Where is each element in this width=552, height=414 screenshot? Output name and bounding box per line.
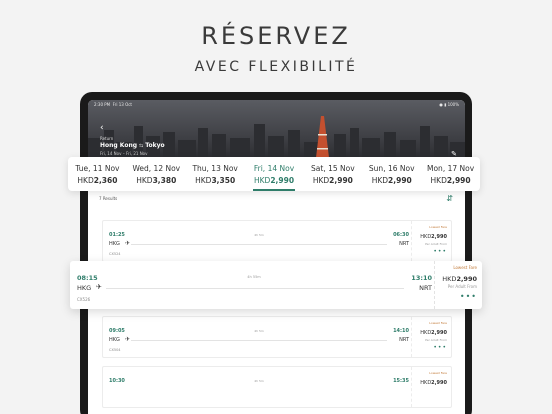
lowest-fare-label: Lowest Fare [429, 371, 447, 375]
round-trip-icon: ⇆ [139, 143, 144, 149]
fare-panel: Lowest Fare HKD2,990 Per Adult From ••• [411, 221, 451, 261]
back-arrow-icon[interactable]: ‹ [100, 123, 104, 133]
fare-price: HKD2,990 [442, 275, 477, 283]
filter-sliders-icon[interactable]: ⇵ [446, 194, 453, 203]
fare-basis: Per Adult From [447, 284, 477, 289]
lowest-fare-label: Lowest Fare [429, 225, 447, 229]
fare-price: HKD2,990 [420, 380, 447, 386]
arrival-time: 15:35 [393, 378, 409, 384]
flight-number: CX524 [109, 252, 121, 256]
fare-panel: Lowest Fare HKD2,990 Per Adult From ••• [411, 317, 451, 357]
origin-city: Hong Kong [100, 142, 138, 149]
date-option[interactable]: Sun, 16 Nov HKD2,990 [362, 157, 421, 191]
flight-times: 09:05 4h 5m 14:10 HKG ✈ NRT CX504 [103, 317, 415, 357]
fare-price: HKD2,990 [420, 234, 447, 240]
flight-number: CX526 [77, 297, 91, 302]
flight-times: 08:15 4h 55m 13:10 HKG ✈ NRT CX526 [70, 261, 438, 309]
trip-dates: Fri, 14 Nov – Fri, 21 Nov [100, 151, 148, 156]
date-option[interactable]: Thu, 13 Nov HKD3,350 [186, 157, 245, 191]
route-line [106, 288, 404, 289]
flight-times: 01:25 4h 5m 06:30 HKG ✈ NRT CX524 [103, 221, 415, 261]
trip-type-label: Return [100, 136, 114, 141]
flight-number: CX504 [109, 348, 121, 352]
lowest-fare-label: Lowest Fare [429, 321, 447, 325]
airplane-icon: ✈ [125, 240, 131, 247]
flight-times: 10:30 4h 5m 15:35 [103, 367, 415, 407]
status-date: Fri 13 Oct [112, 102, 132, 107]
date-option[interactable]: Tue, 11 Nov HKD2,360 [68, 157, 127, 191]
flight-card[interactable]: 01:25 4h 5m 06:30 HKG ✈ NRT CX524 Lowest… [102, 220, 452, 262]
route-title: Hong Kong ⇆ Tokyo [100, 142, 165, 149]
status-bar: 2:30 PM Fri 13 Oct ● ▮ 100% [94, 102, 459, 107]
more-dots-icon[interactable]: ••• [433, 344, 447, 351]
flight-card[interactable]: 09:05 4h 5m 14:10 HKG ✈ NRT CX504 Lowest… [102, 316, 452, 358]
fare-basis: Per Adult From [425, 338, 447, 342]
date-option[interactable]: Sat, 15 Nov HKD2,990 [303, 157, 362, 191]
flight-card[interactable]: 10:30 4h 5m 15:35 Lowest Fare HKD2,990 [102, 366, 452, 408]
lowest-fare-label: Lowest Fare [453, 265, 477, 270]
more-dots-icon[interactable]: ••• [433, 248, 447, 255]
flight-duration: 4h 55m [247, 275, 261, 279]
origin-code: HKG [77, 284, 92, 292]
date-option[interactable]: Mon, 17 Nov HKD2,990 [421, 157, 480, 191]
destination-code: NRT [399, 337, 409, 343]
arrival-time: 06:30 [393, 232, 409, 238]
app-screen: 2:30 PM Fri 13 Oct ● ▮ 100% ‹ Return Hon… [88, 100, 465, 414]
route-line [131, 244, 387, 245]
origin-code: HKG [109, 337, 120, 343]
arrival-time: 14:10 [393, 328, 409, 334]
date-option-selected[interactable]: Fri, 14 Nov HKD2,990 [245, 157, 304, 191]
arrival-time: 13:10 [411, 274, 432, 282]
highlighted-flight-card[interactable]: 08:15 4h 55m 13:10 HKG ✈ NRT CX526 Lowes… [70, 261, 482, 309]
airplane-icon: ✈ [125, 336, 131, 343]
route-line [131, 340, 387, 341]
fare-panel: Lowest Fare HKD2,990 Per Adult From ••• [434, 261, 482, 309]
headline-title: RÉSERVEZ [201, 22, 351, 50]
fare-price: HKD2,990 [420, 330, 447, 336]
tablet-frame: 2:30 PM Fri 13 Oct ● ▮ 100% ‹ Return Hon… [80, 92, 472, 414]
airplane-icon: ✈ [96, 283, 102, 291]
results-count: 7 Results [99, 196, 118, 201]
origin-code: HKG [109, 241, 120, 247]
more-dots-icon[interactable]: ••• [460, 292, 477, 301]
destination-code: NRT [399, 241, 409, 247]
fare-panel: Lowest Fare HKD2,990 [411, 367, 451, 407]
status-indicators: ● ▮ 100% [439, 102, 459, 107]
flight-duration: 4h 5m [254, 329, 264, 333]
date-selector: Tue, 11 Nov HKD2,360 Wed, 12 Nov HKD3,38… [68, 157, 480, 191]
fare-basis: Per Adult From [425, 242, 447, 246]
headline-subtitle: AVEC FLEXIBILITÉ [194, 59, 358, 75]
flight-duration: 4h 5m [254, 379, 264, 383]
status-time: 2:30 PM [94, 102, 111, 107]
destination-code: NRT [419, 284, 432, 292]
destination-city: Tokyo [145, 142, 165, 149]
promo-headline: RÉSERVEZ AVEC FLEXIBILITÉ [0, 22, 552, 75]
flight-duration: 4h 5m [254, 233, 264, 237]
date-option[interactable]: Wed, 12 Nov HKD3,380 [127, 157, 186, 191]
